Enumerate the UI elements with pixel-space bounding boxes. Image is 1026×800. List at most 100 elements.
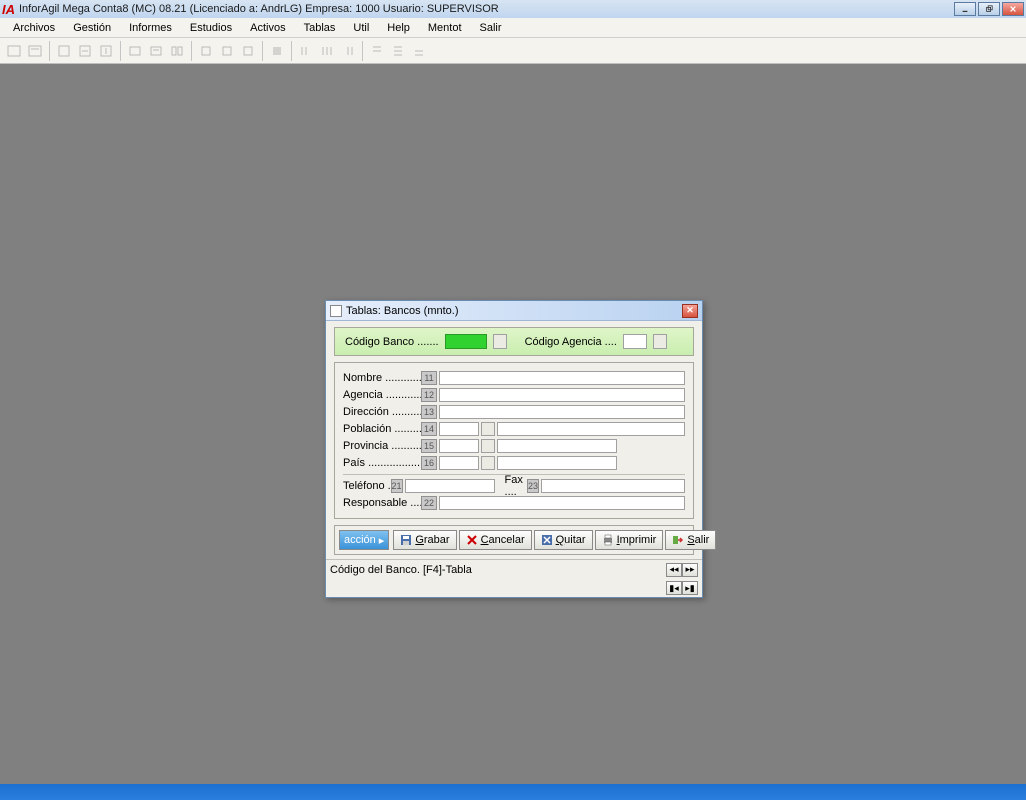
agencia-num: 12 [421, 388, 437, 402]
fax-label: Fax .... [505, 474, 525, 498]
telefono-label: Teléfono ................ [343, 480, 391, 492]
codigo-agencia-lookup[interactable] [653, 334, 667, 349]
poblacion-name-input[interactable] [497, 422, 685, 436]
pais-name-input[interactable] [497, 456, 617, 470]
menu-help[interactable]: Help [378, 20, 419, 36]
cancel-icon [466, 534, 478, 546]
pais-label: País ...................... [343, 457, 421, 469]
menu-estudios[interactable]: Estudios [181, 20, 241, 36]
dialog-button-bar: acción ▸ Grabar Cancelar Quitar Imprimir [334, 525, 694, 555]
poblacion-code-input[interactable] [439, 422, 479, 436]
menu-bar: Archivos Gestión Informes Estudios Activ… [0, 18, 1026, 38]
delete-icon [541, 534, 553, 546]
responsable-input[interactable] [439, 496, 685, 510]
codigo-agencia-input[interactable] [623, 334, 647, 349]
poblacion-label: Población .............. [343, 423, 421, 435]
toolbar-btn-5[interactable] [96, 41, 116, 61]
telefono-input[interactable] [405, 479, 495, 493]
direccion-num: 13 [421, 405, 437, 419]
toolbar-btn-12[interactable] [267, 41, 287, 61]
dialog-close-button[interactable]: ✕ [682, 304, 698, 318]
toolbar-btn-14[interactable] [317, 41, 337, 61]
nav-buttons-row1: ◂◂ ▸▸ [666, 563, 698, 577]
app-logo: IA [2, 2, 15, 17]
toolbar-divider [291, 41, 292, 61]
menu-archivos[interactable]: Archivos [4, 20, 64, 36]
nav-first-button[interactable]: ▮◂ [666, 581, 682, 595]
agencia-input[interactable] [439, 388, 685, 402]
codigo-panel: Código Banco ....... Código Agencia .... [334, 327, 694, 356]
accion-label: acción [344, 534, 376, 546]
toolbar-divider [120, 41, 121, 61]
dialog-titlebar[interactable]: Tablas: Bancos (mnto.) ✕ [326, 301, 702, 321]
toolbar-btn-15[interactable] [338, 41, 358, 61]
nav-last-button[interactable]: ▸▮ [682, 581, 698, 595]
nombre-num: 11 [421, 371, 437, 385]
cancelar-button[interactable]: Cancelar [459, 530, 532, 550]
provincia-num: 15 [421, 439, 437, 453]
app-titlebar: IA InforAgil Mega Conta8 (MC) 08.21 (Lic… [0, 0, 1026, 18]
toolbar-divider [49, 41, 50, 61]
window-controls [954, 2, 1024, 16]
toolbar-btn-7[interactable] [146, 41, 166, 61]
minimize-button[interactable] [954, 2, 976, 16]
menu-informes[interactable]: Informes [120, 20, 181, 36]
nav-prev-button[interactable]: ◂◂ [666, 563, 682, 577]
toolbar-btn-11[interactable] [238, 41, 258, 61]
direccion-input[interactable] [439, 405, 685, 419]
toolbar-btn-16[interactable] [367, 41, 387, 61]
restore-button[interactable] [978, 2, 1000, 16]
toolbar-btn-18[interactable] [409, 41, 429, 61]
pais-code-input[interactable] [439, 456, 479, 470]
imprimir-label: Imprimir [617, 534, 657, 546]
toolbar-btn-2[interactable] [25, 41, 45, 61]
menu-mentot[interactable]: Mentot [419, 20, 471, 36]
dialog-status-text: Código del Banco. [F4]-Tabla [330, 564, 472, 576]
menu-gestion[interactable]: Gestión [64, 20, 120, 36]
imprimir-button[interactable]: Imprimir [595, 530, 664, 550]
accion-button[interactable]: acción ▸ [339, 530, 389, 550]
arrow-right-icon: ▸ [379, 534, 385, 547]
toolbar-btn-17[interactable] [388, 41, 408, 61]
menu-util[interactable]: Util [344, 20, 378, 36]
grabar-label: Grabar [415, 534, 449, 546]
dialog-tablas-bancos: Tablas: Bancos (mnto.) ✕ Código Banco ..… [325, 300, 703, 598]
poblacion-lookup[interactable] [481, 422, 495, 436]
menu-salir[interactable]: Salir [471, 20, 511, 36]
toolbar-btn-3[interactable] [54, 41, 74, 61]
quitar-button[interactable]: Quitar [534, 530, 593, 550]
pais-num: 16 [421, 456, 437, 470]
taskbar [0, 784, 1026, 800]
toolbar-btn-10[interactable] [217, 41, 237, 61]
nombre-label: Nombre .................. [343, 372, 421, 384]
codigo-banco-lookup[interactable] [493, 334, 507, 349]
toolbar-divider [362, 41, 363, 61]
toolbar-btn-4[interactable] [75, 41, 95, 61]
codigo-agencia-label: Código Agencia .... [525, 336, 617, 348]
nav-next-button[interactable]: ▸▸ [682, 563, 698, 577]
provincia-code-input[interactable] [439, 439, 479, 453]
direccion-label: Dirección ............... [343, 406, 421, 418]
toolbar-btn-1[interactable] [4, 41, 24, 61]
dialog-status-row: Código del Banco. [F4]-Tabla ◂◂ ▸▸ [326, 559, 702, 579]
provincia-lookup[interactable] [481, 439, 495, 453]
close-button[interactable] [1002, 2, 1024, 16]
toolbar-btn-13[interactable] [296, 41, 316, 61]
codigo-banco-label: Código Banco ....... [345, 336, 439, 348]
print-icon [602, 534, 614, 546]
codigo-banco-input[interactable] [445, 334, 487, 349]
provincia-name-input[interactable] [497, 439, 617, 453]
responsable-num: 22 [421, 496, 437, 510]
pais-lookup[interactable] [481, 456, 495, 470]
toolbar-btn-9[interactable] [196, 41, 216, 61]
menu-tablas[interactable]: Tablas [295, 20, 345, 36]
nombre-input[interactable] [439, 371, 685, 385]
fax-input[interactable] [541, 479, 685, 493]
toolbar-btn-6[interactable] [125, 41, 145, 61]
toolbar-btn-8[interactable] [167, 41, 187, 61]
toolbar-divider [191, 41, 192, 61]
salir-button[interactable]: Salir [665, 530, 716, 550]
grabar-button[interactable]: Grabar [393, 530, 456, 550]
menu-activos[interactable]: Activos [241, 20, 294, 36]
cancelar-label: Cancelar [481, 534, 525, 546]
